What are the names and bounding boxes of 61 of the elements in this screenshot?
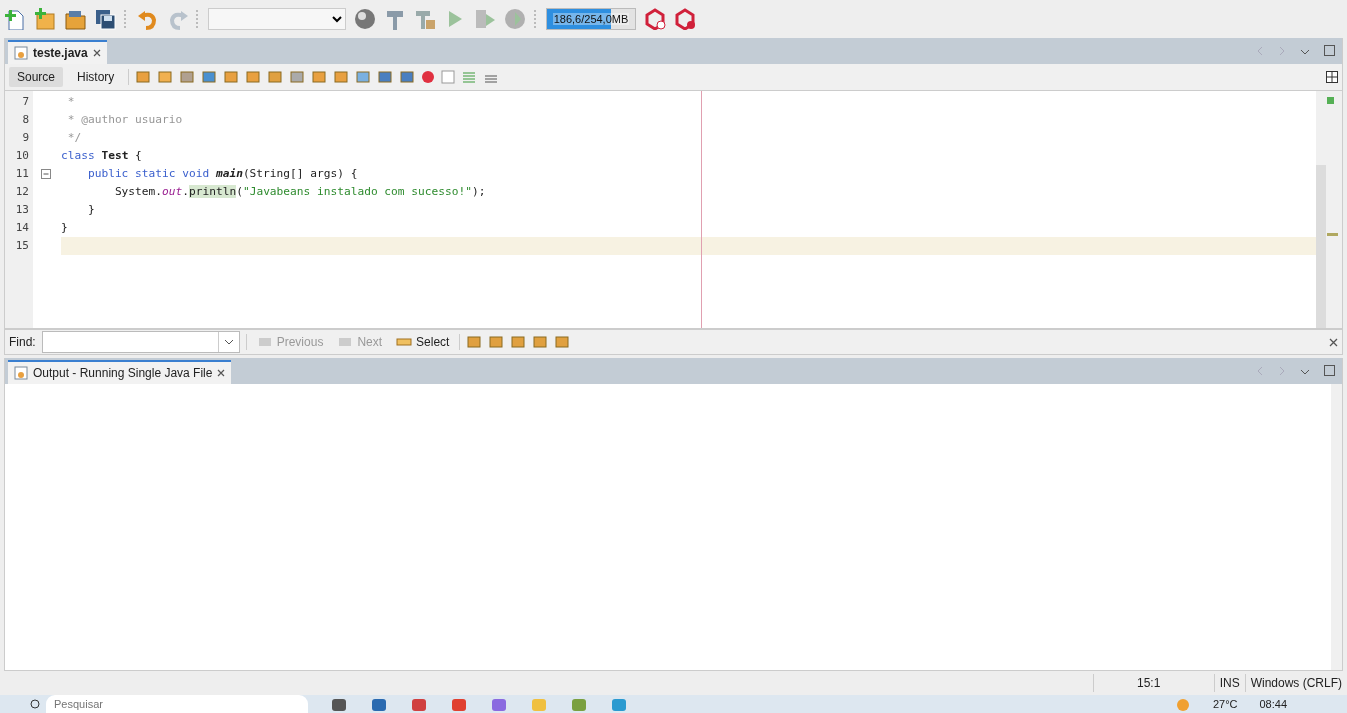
- view-tab[interactable]: History: [69, 67, 123, 87]
- maximize-icon[interactable]: [1324, 45, 1335, 56]
- line-number: 15: [14, 238, 30, 254]
- clock-time: 08:44: [1259, 698, 1287, 710]
- find-button[interactable]: Select: [392, 333, 454, 351]
- collapse-icon[interactable]: [41, 169, 51, 179]
- line-number: 7: [21, 94, 30, 110]
- comment-icon[interactable]: [461, 70, 478, 84]
- line-number: 13: [14, 202, 30, 218]
- close-icon[interactable]: [217, 369, 226, 377]
- configuration-dropdown[interactable]: [208, 8, 346, 30]
- code-line: System.out.println("Javabeans instalado com sucesso!");: [113, 185, 486, 198]
- dropdown-icon[interactable]: [223, 338, 234, 346]
- code-line: */: [66, 131, 82, 144]
- search-icon: [30, 699, 40, 709]
- line-number: 8: [21, 112, 30, 128]
- select-icon: [396, 336, 413, 348]
- insert-mode: INS: [1213, 674, 1245, 692]
- undo-icon[interactable]: [136, 8, 158, 30]
- close-icon[interactable]: [92, 49, 101, 57]
- scrollbar[interactable]: [1316, 165, 1326, 328]
- line-number: 10: [14, 148, 30, 164]
- line-number: 12: [14, 184, 30, 200]
- save-all-icon[interactable]: [94, 8, 116, 30]
- code-line: *: [66, 95, 75, 108]
- dropdown-icon[interactable]: [1300, 48, 1310, 56]
- caret-position: 15:1: [1092, 674, 1204, 692]
- code-line: public static void main(String[] args) {: [86, 167, 358, 180]
- globe-icon[interactable]: [354, 8, 376, 30]
- scrollbar[interactable]: [1331, 384, 1342, 670]
- hammer-icon[interactable]: [384, 8, 406, 30]
- tab-label: teste.java: [33, 46, 88, 60]
- tab-label: Output - Running Single Java File: [33, 366, 213, 380]
- weather-temperature: 27°C: [1212, 698, 1238, 710]
- weather-icon: [1174, 697, 1191, 711]
- line-number: 14: [14, 220, 30, 236]
- close-icon[interactable]: [1329, 337, 1338, 347]
- dropdown-icon[interactable]: [1300, 368, 1310, 376]
- split-icon[interactable]: [1326, 71, 1338, 83]
- stop-macro-icon[interactable]: [441, 70, 456, 84]
- line-number: 9: [21, 130, 30, 146]
- find-label: Find:: [9, 335, 36, 349]
- document-tab[interactable]: teste.java: [8, 40, 107, 64]
- line-endings: Windows (CRLF): [1244, 674, 1347, 692]
- new-file-icon[interactable]: [4, 8, 26, 30]
- status-ok-icon: [1327, 97, 1334, 104]
- maximize-icon[interactable]: [1324, 365, 1335, 376]
- view-tab[interactable]: Source: [9, 67, 64, 87]
- output-window-icon: [14, 366, 28, 380]
- line-number: 11: [14, 166, 30, 182]
- code-line: * @author usuario: [66, 113, 183, 126]
- document-tab[interactable]: Output - Running Single Java File: [8, 360, 232, 384]
- taskbar-search-field[interactable]: Pesquisar: [46, 695, 308, 713]
- code-line: class Test {: [61, 149, 142, 162]
- record-macro-icon[interactable]: [421, 70, 436, 84]
- find-field[interactable]: [41, 331, 240, 353]
- java-file-icon: [14, 46, 28, 60]
- code-line: }: [61, 221, 68, 234]
- new-folder-icon[interactable]: [34, 8, 56, 30]
- memory-meter[interactable]: 186,6/254,0MB: [546, 8, 636, 30]
- code-line: }: [86, 203, 95, 216]
